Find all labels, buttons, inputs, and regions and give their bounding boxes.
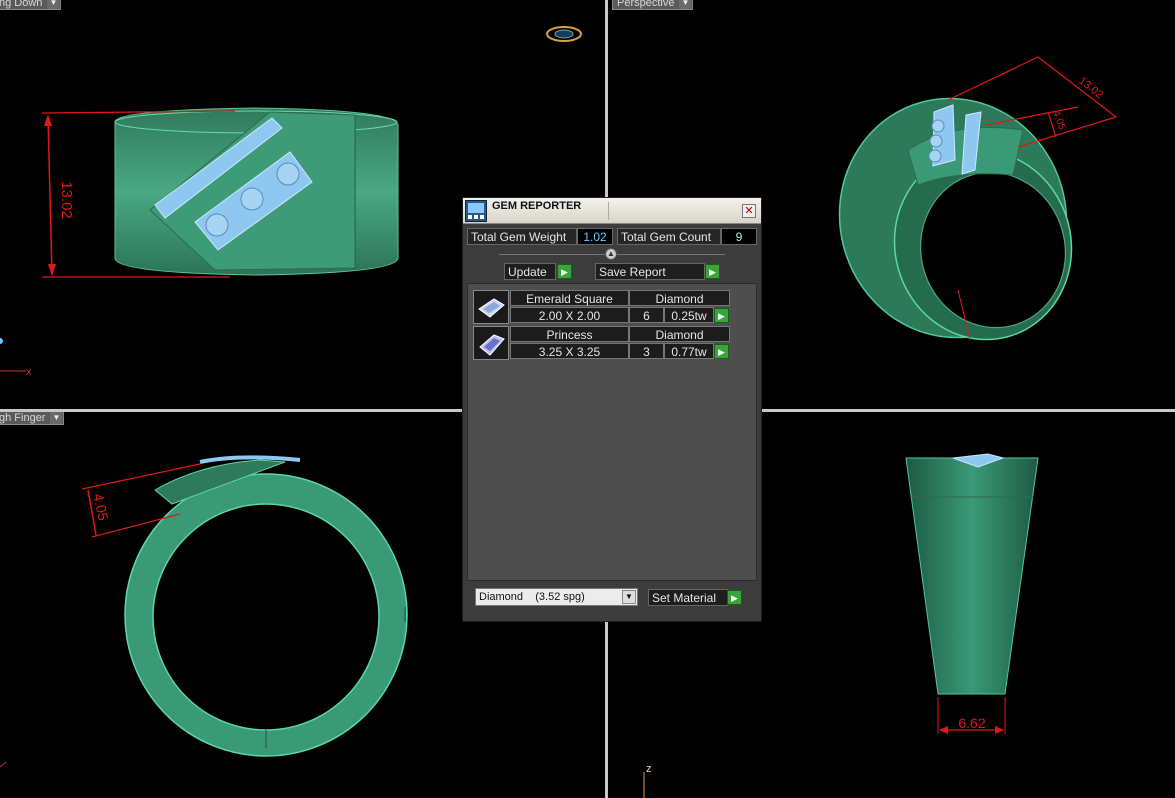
viewport-label-text: Perspective — [617, 0, 675, 9]
save-report-go-icon[interactable]: ▶ — [705, 264, 720, 279]
gem-size: 2.00 X 2.00 — [510, 307, 629, 323]
gem-material: Diamond — [629, 290, 730, 306]
chevron-down-icon[interactable]: ▼ — [679, 0, 692, 9]
viewport-label-bottom-left[interactable]: gh Finger ▼ — [0, 412, 65, 425]
total-gem-count-label: Total Gem Count — [617, 228, 721, 245]
set-material-button[interactable]: Set Material — [648, 589, 728, 606]
total-gem-weight-label: Total Gem Weight — [467, 228, 577, 245]
gem-row[interactable]: Princess Diamond 3.25 X 3.25 3 0.77tw ▶ — [473, 326, 731, 360]
gem-weight: 0.25tw — [664, 307, 714, 323]
gem-list: Emerald Square Diamond 2.00 X 2.00 6 0.2… — [467, 283, 757, 581]
gem-reporter-panel: GEM REPORTER ✕ Total Gem Weight 1.02 Tot… — [462, 197, 762, 622]
set-material-go-icon[interactable]: ▶ — [727, 590, 742, 605]
gem-size: 3.25 X 3.25 — [510, 343, 629, 359]
gem-shape: Emerald Square — [510, 290, 629, 306]
dim-bottom-width-label: 6.62 — [958, 715, 985, 731]
viewport-label-text: gh Finger — [0, 412, 46, 424]
update-go-icon[interactable]: ▶ — [557, 264, 572, 279]
chevron-down-icon[interactable]: ▼ — [47, 0, 60, 9]
gem-row-go-icon[interactable]: ▶ — [714, 308, 729, 323]
viewport-label-text: ng Down — [0, 0, 43, 9]
gem-count: 6 — [629, 307, 664, 323]
gem-material: Diamond — [629, 326, 730, 342]
gem-count: 3 — [629, 343, 664, 359]
total-gem-weight-value: 1.02 — [577, 228, 613, 245]
viewport-label-top-right[interactable]: Perspective ▼ — [612, 0, 694, 10]
gem-row[interactable]: Emerald Square Diamond 2.00 X 2.00 6 0.2… — [473, 290, 731, 324]
update-button[interactable]: Update — [504, 263, 556, 280]
material-select[interactable]: Diamond (3.52 spg) ▼ — [475, 588, 638, 606]
chevron-down-icon[interactable]: ▼ — [622, 590, 636, 604]
gem-reporter-title: GEM REPORTER — [492, 200, 582, 212]
princess-gem-icon — [473, 326, 509, 360]
titlebar-separator — [608, 202, 609, 220]
material-select-value: Diamond (3.52 spg) — [479, 591, 585, 603]
gem-reporter-titlebar[interactable]: GEM REPORTER ✕ — [463, 198, 761, 224]
axis-z-label: z — [646, 763, 652, 775]
collapse-toggle-icon[interactable]: ▲ — [605, 248, 617, 260]
chevron-down-icon[interactable]: ▼ — [50, 412, 63, 424]
gem-shape: Princess — [510, 326, 629, 342]
gem-reporter-logo-icon — [465, 200, 487, 222]
close-icon[interactable]: ✕ — [742, 204, 756, 218]
viewport-label-top-left[interactable]: ng Down ▼ — [0, 0, 62, 10]
total-gem-count-value: 9 — [721, 228, 757, 245]
gem-weight: 0.77tw — [664, 343, 714, 359]
gem-row-go-icon[interactable]: ▶ — [714, 344, 729, 359]
save-report-button[interactable]: Save Report — [595, 263, 705, 280]
emerald-gem-icon — [473, 290, 509, 324]
dim-height-label: 13.02 — [58, 181, 75, 219]
axis-x-label: x — [26, 366, 32, 378]
